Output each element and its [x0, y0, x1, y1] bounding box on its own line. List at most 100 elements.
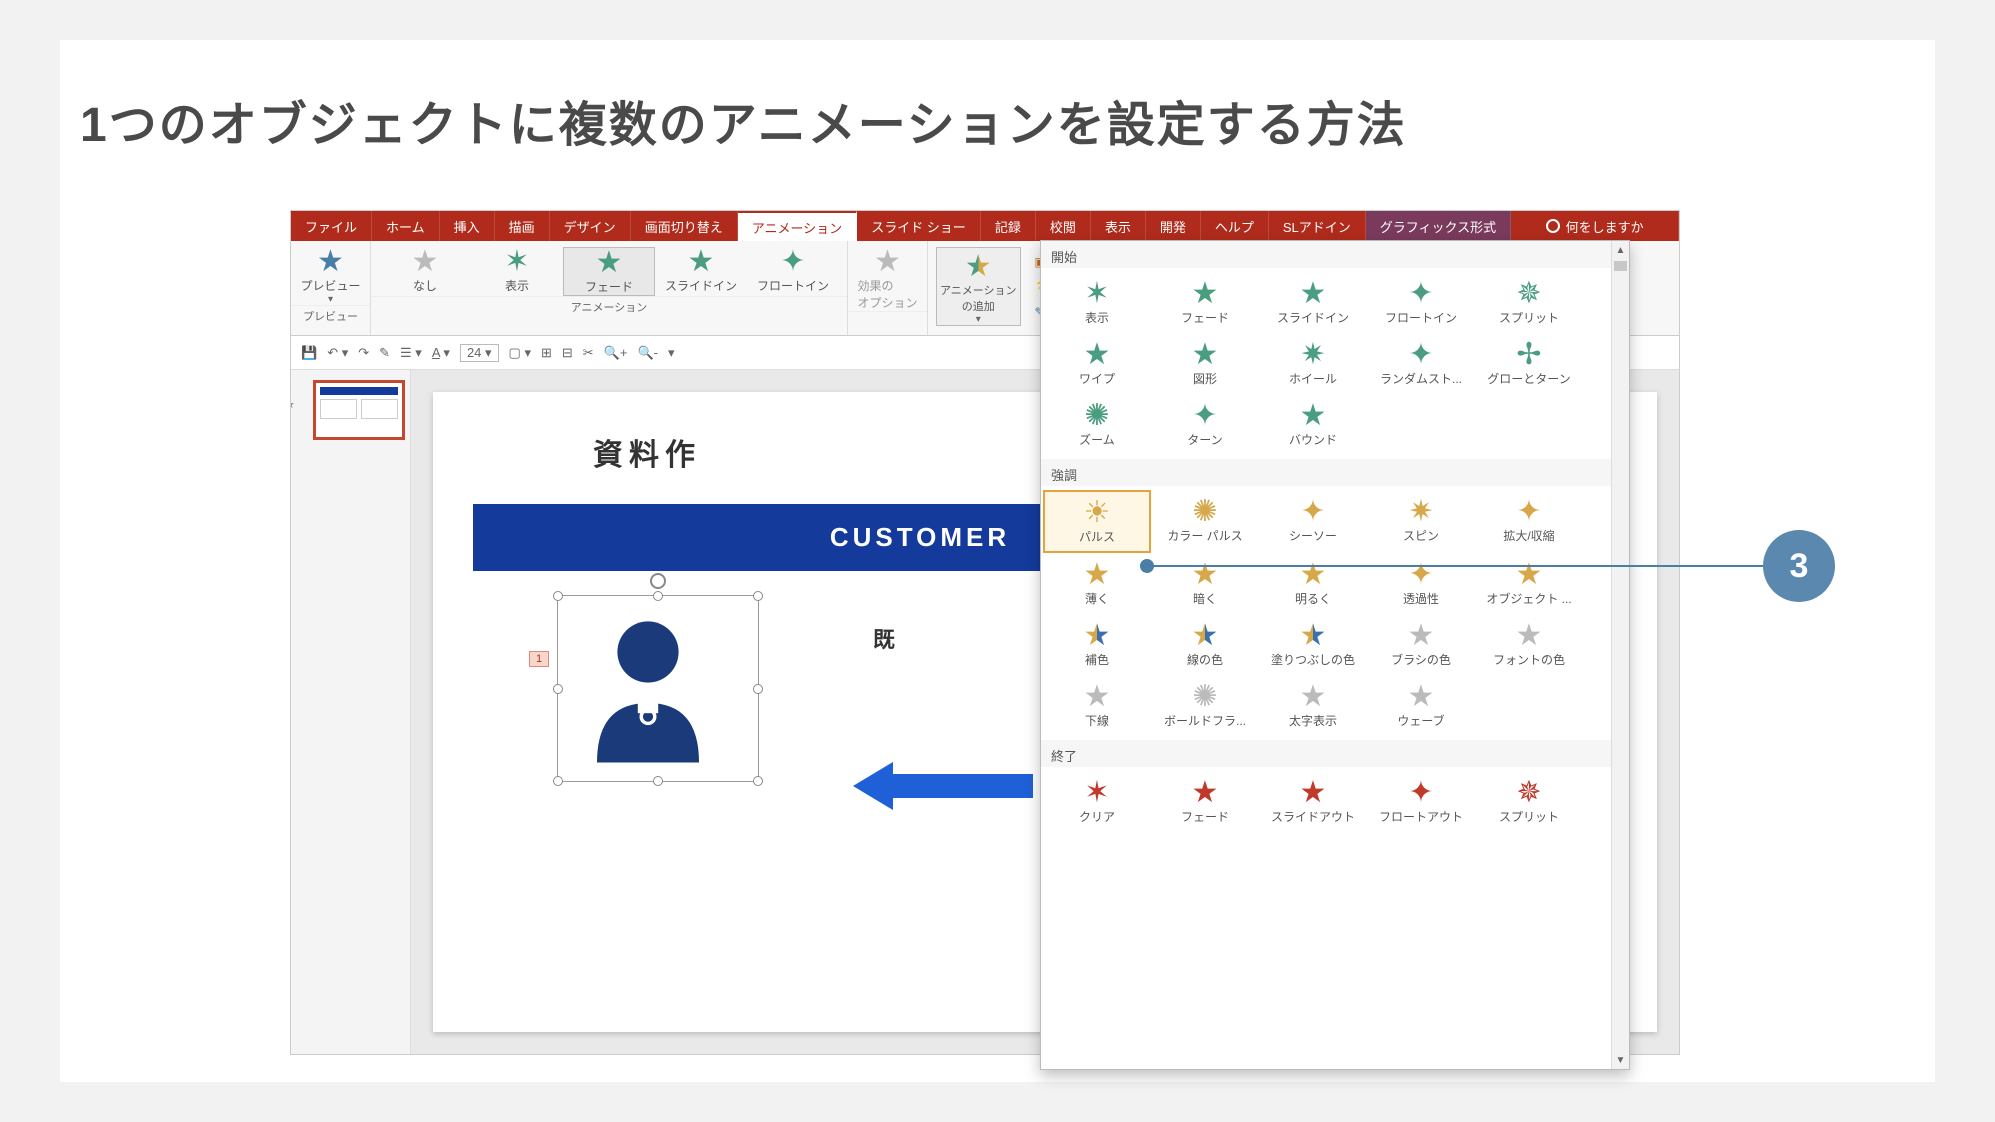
- anim-slideout[interactable]: ★スライドアウト: [1259, 771, 1367, 832]
- rotate-handle-icon[interactable]: [650, 573, 666, 589]
- tab-transition[interactable]: 画面切り替え: [631, 211, 738, 241]
- scroll-up-icon[interactable]: ▲: [1612, 241, 1629, 259]
- anim-wave[interactable]: ★ウェーブ: [1367, 675, 1475, 736]
- anim-floatin[interactable]: ✦フロートイン: [1367, 272, 1475, 333]
- save-icon[interactable]: 💾: [301, 345, 317, 361]
- bullets-icon[interactable]: ☰ ▾: [400, 345, 422, 361]
- anim-floatin[interactable]: ✦フロートイン: [747, 247, 839, 294]
- tab-insert[interactable]: 挿入: [440, 211, 495, 241]
- tab-home[interactable]: ホーム: [372, 211, 440, 241]
- fontsize-field[interactable]: 24 ▾: [460, 344, 499, 362]
- format-painter-icon[interactable]: ✎: [379, 345, 390, 361]
- anim-fade[interactable]: ★フェード: [563, 247, 655, 296]
- tab-animation[interactable]: アニメーション: [738, 211, 857, 241]
- star-icon: ✢: [1516, 340, 1541, 370]
- anim-appear[interactable]: ✶表示: [1043, 272, 1151, 333]
- resize-handle[interactable]: [753, 776, 763, 786]
- tab-dev[interactable]: 開発: [1146, 211, 1201, 241]
- anim-growshrink[interactable]: ✦拡大/収縮: [1475, 490, 1583, 553]
- anim-fontcolor[interactable]: ★フォントの色: [1475, 614, 1583, 675]
- star-icon: ★: [874, 247, 901, 277]
- anim-split[interactable]: ✵スプリット: [1475, 272, 1583, 333]
- anim-appear[interactable]: ✶表示: [471, 247, 563, 294]
- anim-teeter[interactable]: ✦シーソー: [1259, 490, 1367, 553]
- anim-fade-label: フェード: [585, 278, 633, 295]
- cell-label: 線の色: [1187, 651, 1223, 668]
- preview-button[interactable]: ★ プレビュー ▾: [299, 247, 362, 305]
- tab-design[interactable]: デザイン: [550, 211, 631, 241]
- tab-slideshow[interactable]: スライド ショー: [857, 211, 981, 241]
- redo-icon[interactable]: ↷: [358, 345, 369, 361]
- anim-colorpulse[interactable]: ✺カラー パルス: [1151, 490, 1259, 553]
- resize-handle[interactable]: [553, 776, 563, 786]
- tab-view[interactable]: 表示: [1091, 211, 1146, 241]
- anim-objectcolor[interactable]: ★オブジェクト ...: [1475, 553, 1583, 614]
- font-color-icon[interactable]: A ▾: [432, 345, 450, 361]
- tab-review[interactable]: 校閲: [1036, 211, 1091, 241]
- anim-zoom[interactable]: ✺ズーム: [1043, 394, 1151, 455]
- tab-help[interactable]: ヘルプ: [1201, 211, 1269, 241]
- anim-spin[interactable]: ✷スピン: [1367, 490, 1475, 553]
- tab-file[interactable]: ファイル: [291, 211, 372, 241]
- cell-label: 表示: [1085, 309, 1109, 326]
- zoom-in-icon[interactable]: 🔍+: [604, 345, 628, 361]
- resize-handle[interactable]: [753, 684, 763, 694]
- crop-icon[interactable]: ✂: [583, 345, 594, 361]
- anim-none[interactable]: ★なし: [379, 247, 471, 294]
- anim-turn[interactable]: ✦ターン: [1151, 394, 1259, 455]
- slide-thumbnail-1[interactable]: [313, 380, 405, 440]
- anim-pulse[interactable]: ☀パルス: [1043, 490, 1151, 553]
- tab-graphics-format[interactable]: グラフィックス形式: [1366, 211, 1511, 241]
- zoom-out-icon[interactable]: 🔍-: [637, 345, 658, 361]
- anim-complementary[interactable]: ★補色: [1043, 614, 1151, 675]
- resize-handle[interactable]: [553, 591, 563, 601]
- anim-transparency[interactable]: ✦透過性: [1367, 553, 1475, 614]
- distribute-icon[interactable]: ⊟: [562, 345, 573, 361]
- star-icon: ✶: [504, 247, 529, 277]
- add-animation-button[interactable]: ★ アニメーション の追加 ▾: [936, 247, 1021, 326]
- anim-boldreveal[interactable]: ★太字表示: [1259, 675, 1367, 736]
- anim-brushcolor[interactable]: ★ブラシの色: [1367, 614, 1475, 675]
- anim-slidein[interactable]: ★スライドイン: [1259, 272, 1367, 333]
- anim-darken[interactable]: ★暗く: [1151, 553, 1259, 614]
- cell-label: 図形: [1193, 370, 1217, 387]
- anim-fillcolor[interactable]: ★塗りつぶしの色: [1259, 614, 1367, 675]
- anim-lighten[interactable]: ★明るく: [1259, 553, 1367, 614]
- anim-underline[interactable]: ★下線: [1043, 675, 1151, 736]
- cell-label: フォントの色: [1493, 651, 1565, 668]
- resize-handle[interactable]: [653, 776, 663, 786]
- tab-sladdin[interactable]: SLアドイン: [1269, 211, 1366, 241]
- left-arrow-shape: [853, 762, 1033, 810]
- anim-random[interactable]: ✦ランダムスト...: [1367, 333, 1475, 394]
- anim-fade[interactable]: ★フェード: [1151, 272, 1259, 333]
- tab-tell-me[interactable]: 何をしますか: [1511, 211, 1679, 241]
- scrollbar[interactable]: ▲ ▼: [1611, 241, 1629, 1069]
- anim-growturn[interactable]: ✢グローとターン: [1475, 333, 1583, 394]
- tab-record[interactable]: 記録: [981, 211, 1036, 241]
- scroll-thumb[interactable]: [1614, 261, 1627, 271]
- tab-draw[interactable]: 描画: [495, 211, 550, 241]
- anim-floatout[interactable]: ✦フロートアウト: [1367, 771, 1475, 832]
- star-icon: ★: [1192, 778, 1219, 808]
- anim-linecolor[interactable]: ★線の色: [1151, 614, 1259, 675]
- resize-handle[interactable]: [553, 684, 563, 694]
- anim-shape[interactable]: ★図形: [1151, 333, 1259, 394]
- anim-splitout[interactable]: ✵スプリット: [1475, 771, 1583, 832]
- anim-desaturate[interactable]: ★薄く: [1043, 553, 1151, 614]
- anim-bounce[interactable]: ★バウンド: [1259, 394, 1367, 455]
- selected-object[interactable]: 1: [563, 601, 753, 776]
- anim-wipe[interactable]: ★ワイプ: [1043, 333, 1151, 394]
- anim-boldflash[interactable]: ✺ボールドフラ...: [1151, 675, 1259, 736]
- animation-order-tag[interactable]: 1: [529, 651, 549, 667]
- resize-handle[interactable]: [753, 591, 763, 601]
- anim-fadeout[interactable]: ★フェード: [1151, 771, 1259, 832]
- resize-handle[interactable]: [653, 591, 663, 601]
- align-icon[interactable]: ⊞: [541, 345, 552, 361]
- undo-icon[interactable]: ↶ ▾: [327, 345, 348, 361]
- anim-wheel[interactable]: ✷ホイール: [1259, 333, 1367, 394]
- anim-slidein[interactable]: ★スライドイン: [655, 247, 747, 294]
- anim-disappear[interactable]: ✶クリア: [1043, 771, 1151, 832]
- scroll-down-icon[interactable]: ▼: [1612, 1051, 1629, 1069]
- overflow-icon[interactable]: ▾: [668, 345, 675, 361]
- shape-icon[interactable]: ▢ ▾: [509, 345, 531, 361]
